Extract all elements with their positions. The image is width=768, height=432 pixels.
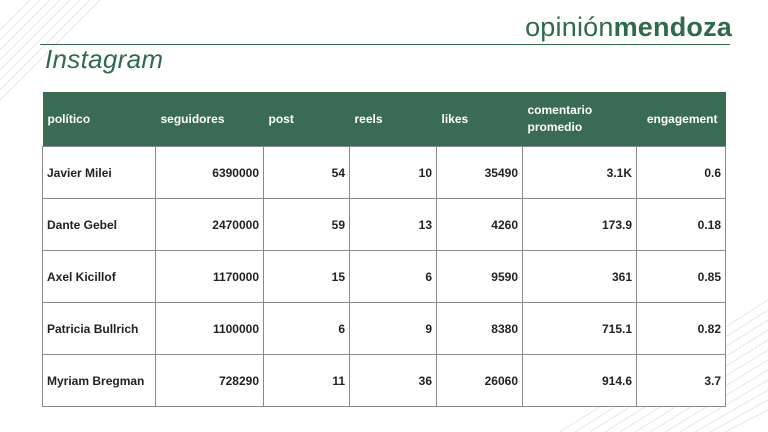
cell-post: 15: [263, 250, 350, 303]
stats-table: político seguidores post reels likes com…: [42, 92, 726, 407]
table-row: Myriam Bregman 728290 11 36 26060 914.6 …: [42, 354, 726, 407]
cell-likes: 26060: [436, 354, 523, 407]
column-header-post: post: [263, 92, 350, 147]
cell-politico: Javier Milei: [42, 146, 156, 199]
table-row: Axel Kicillof 1170000 15 6 9590 361 0.85: [42, 250, 726, 303]
cell-seguidores: 728290: [155, 354, 264, 407]
cell-comentario-promedio: 173.9: [522, 198, 637, 251]
cell-likes: 8380: [436, 302, 523, 355]
cell-reels: 10: [349, 146, 437, 199]
table-row: Dante Gebel 2470000 59 13 4260 173.9 0.1…: [42, 198, 726, 251]
table-row: Patricia Bullrich 1100000 6 9 8380 715.1…: [42, 302, 726, 355]
table-row: Javier Milei 6390000 54 10 35490 3.1K 0.…: [42, 146, 726, 199]
cell-reels: 36: [349, 354, 437, 407]
cell-politico: Dante Gebel: [42, 198, 156, 251]
column-header-reels: reels: [349, 92, 437, 147]
cell-seguidores: 6390000: [155, 146, 264, 199]
cell-engagement: 0.6: [636, 146, 726, 199]
column-header-politico: político: [42, 92, 156, 147]
column-header-comentario-promedio: comentario promedio: [522, 92, 637, 147]
cell-likes: 35490: [436, 146, 523, 199]
cell-seguidores: 1170000: [155, 250, 264, 303]
cell-comentario-promedio: 914.6: [522, 354, 637, 407]
cell-politico: Myriam Bregman: [42, 354, 156, 407]
cell-post: 54: [263, 146, 350, 199]
brand-logo: opiniónmendoza: [525, 12, 732, 43]
cell-seguidores: 1100000: [155, 302, 264, 355]
cell-likes: 4260: [436, 198, 523, 251]
page-title: Instagram: [45, 44, 164, 74]
cell-comentario-promedio: 361: [522, 250, 637, 303]
column-header-engagement: engagement: [636, 92, 726, 147]
brand-logo-part2: mendoza: [613, 12, 732, 42]
cell-post: 6: [263, 302, 350, 355]
cell-seguidores: 2470000: [155, 198, 264, 251]
cell-reels: 9: [349, 302, 437, 355]
cell-comentario-promedio: 715.1: [522, 302, 637, 355]
cell-engagement: 0.82: [636, 302, 726, 355]
column-header-seguidores: seguidores: [155, 92, 264, 147]
column-header-likes: likes: [436, 92, 523, 147]
table-header-row: político seguidores post reels likes com…: [42, 92, 726, 147]
cell-politico: Patricia Bullrich: [42, 302, 156, 355]
cell-post: 59: [263, 198, 350, 251]
cell-reels: 6: [349, 250, 437, 303]
cell-engagement: 0.18: [636, 198, 726, 251]
cell-comentario-promedio: 3.1K: [522, 146, 637, 199]
cell-engagement: 0.85: [636, 250, 726, 303]
cell-post: 11: [263, 354, 350, 407]
cell-engagement: 3.7: [636, 354, 726, 407]
cell-reels: 13: [349, 198, 437, 251]
brand-logo-part1: opinión: [525, 12, 614, 42]
cell-likes: 9590: [436, 250, 523, 303]
cell-politico: Axel Kicillof: [42, 250, 156, 303]
